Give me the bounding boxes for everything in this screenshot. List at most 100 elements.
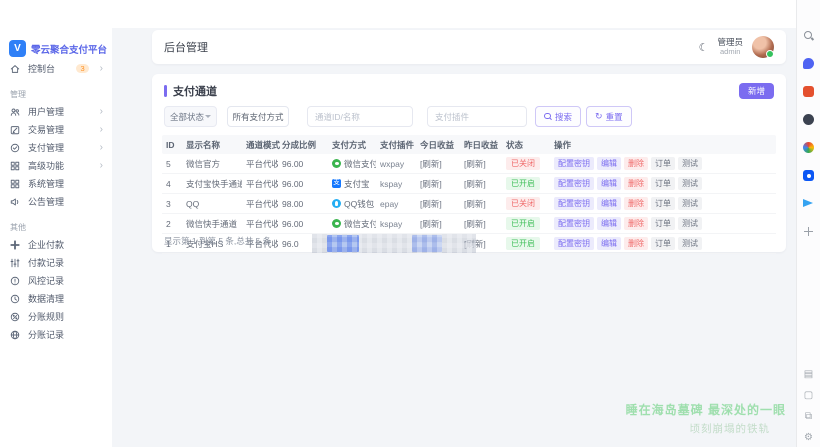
brand-logo[interactable]: V 零云聚合支付平台 [9,40,112,57]
refresh-yesterday-link[interactable]: [刷新] [460,158,502,170]
cell-method: 支支付宝 [332,178,370,189]
orders-button[interactable]: 订单 [651,237,675,250]
delete-button[interactable]: 删除 [624,237,648,250]
speaker-icon [10,198,19,205]
reset-button[interactable]: ↻ 重置 [586,106,632,128]
sidebar-section-label: 管理 [10,90,26,99]
extension-colorful-icon[interactable] [803,142,814,153]
status-select[interactable]: 全部状态 [164,106,217,128]
edit-button[interactable]: 编辑 [597,197,621,210]
brand-name: 零云聚合支付平台 [31,44,108,56]
search-icon [544,112,552,121]
sidebar-item-data-clean[interactable]: 数据清理 [0,292,112,305]
cell-operations: 配置密钥 编辑 删除 订单 测试 [550,217,776,230]
sidebar-item-risk-records[interactable]: 风控记录 [0,274,112,287]
sidebar-item-split-records[interactable]: 分账记录 [0,328,112,341]
search-icon[interactable] [803,30,814,41]
extension-blue-square-icon[interactable] [803,170,814,181]
sidebar-item-system[interactable]: 系统管理 [0,177,112,190]
add-button[interactable]: 新增 [738,83,774,100]
grid-icon [10,161,20,170]
lyrics-line-1: 睡在海岛墓碑 最深处的一眼 [625,403,786,417]
delete-button[interactable]: 删除 [624,197,648,210]
refresh-today-link[interactable]: [刷新] [416,218,460,230]
sidebar-item-users[interactable]: 用户管理 › [0,105,112,118]
test-button[interactable]: 测试 [678,177,702,190]
refresh-today-link[interactable]: [刷新] [416,158,460,170]
sidebar-item-label: 公告管理 [28,197,65,207]
chevron-right-icon: › [99,141,103,153]
config-key-button[interactable]: 配置密钥 [554,157,594,170]
edit-button[interactable]: 编辑 [597,177,621,190]
refresh-today-link[interactable]: [刷新] [416,198,460,210]
sidebar-item-label: 分账记录 [28,330,65,340]
method-filter-button[interactable]: 所有支付方式 [227,106,289,128]
orders-button[interactable]: 订单 [651,157,675,170]
payment-channels-panel: 支付通道 新增 全部状态 所有支付方式 搜索 ↻ 重置 ID 显示名称 [152,74,786,255]
refresh-yesterday-link[interactable]: [刷新] [460,178,502,190]
settings-tool-icon[interactable]: ⚙ [804,433,813,443]
col-header: 今日收益 [420,139,455,150]
plus-cross-icon [10,239,20,250]
cell-status: 已开启 [502,177,550,190]
search-button[interactable]: 搜索 [535,106,582,128]
qq-wallet-icon [332,199,341,209]
copy-tool-icon[interactable]: ⧉ [805,412,812,422]
cell-operations: 配置密钥 编辑 删除 订单 测试 [550,177,776,190]
config-key-button[interactable]: 配置密钥 [554,177,594,190]
sidebar-item-payments[interactable]: 支付管理 › [0,141,112,154]
status-select-value: 全部状态 [170,111,205,122]
home-icon [10,64,20,73]
test-button[interactable]: 测试 [678,197,702,210]
test-button[interactable]: 测试 [678,157,702,170]
rail-top-icons [797,30,820,237]
refresh-yesterday-link[interactable]: [刷新] [460,198,502,210]
orders-button[interactable]: 订单 [651,217,675,230]
config-key-button[interactable]: 配置密钥 [554,197,594,210]
window-tool-icon[interactable]: ▢ [804,391,813,401]
dark-mode-toggle-icon[interactable]: ☾ [699,41,709,54]
avatar[interactable] [752,36,774,58]
extension-red-icon[interactable] [803,86,814,97]
sidebar-item-split-rules[interactable]: 分账规则 [0,310,112,323]
refresh-icon: ↻ [595,111,603,122]
add-extension-icon[interactable] [803,226,814,237]
orders-button[interactable]: 订单 [651,197,675,210]
config-key-button[interactable]: 配置密钥 [554,237,594,250]
refresh-today-link[interactable]: [刷新] [416,178,460,190]
delete-button[interactable]: 删除 [624,157,648,170]
sidebar-item-console[interactable]: 控制台 3 › [0,62,112,75]
sidebar-item-label: 数据清理 [28,294,65,304]
extension-send-icon[interactable] [803,198,814,209]
sidebar-item-announcements[interactable]: 公告管理 [0,195,112,208]
cell-name: 微信快手通道 [186,218,238,229]
extension-blue-icon[interactable] [803,58,814,69]
user-info[interactable]: 管理员 admin [717,37,743,56]
privacy-mosaic-blue [412,235,442,253]
cell-status: 已开启 [502,237,550,250]
sidebar-item-enterprise-pay[interactable]: 企业付款 [0,238,112,251]
cell-ratio: 96.00 [282,218,304,229]
extension-profile-icon[interactable] [803,114,814,125]
channel-id-input[interactable] [307,106,413,128]
alipay-icon: 支 [332,179,341,189]
edit-button[interactable]: 编辑 [597,237,621,250]
screenshot-tool-icon[interactable]: ▤ [804,370,813,380]
delete-button[interactable]: 删除 [624,177,648,190]
sidebar-item-advanced[interactable]: 高级功能 › [0,159,112,172]
sidebar-item-transactions[interactable]: 交易管理 › [0,123,112,136]
cell-ratio: 96.00 [282,178,304,189]
cell-operations: 配置密钥 编辑 删除 订单 测试 [550,197,776,210]
delete-button[interactable]: 删除 [624,217,648,230]
wechat-pay-icon [332,159,341,169]
status-badge: 已开启 [506,217,540,230]
edit-button[interactable]: 编辑 [597,217,621,230]
test-button[interactable]: 测试 [678,237,702,250]
test-button[interactable]: 测试 [678,217,702,230]
orders-button[interactable]: 订单 [651,177,675,190]
config-key-button[interactable]: 配置密钥 [554,217,594,230]
plugin-input[interactable] [427,106,527,128]
edit-button[interactable]: 编辑 [597,157,621,170]
sidebar-item-pay-records[interactable]: 付款记录 [0,256,112,269]
refresh-yesterday-link[interactable]: [刷新] [460,218,502,230]
